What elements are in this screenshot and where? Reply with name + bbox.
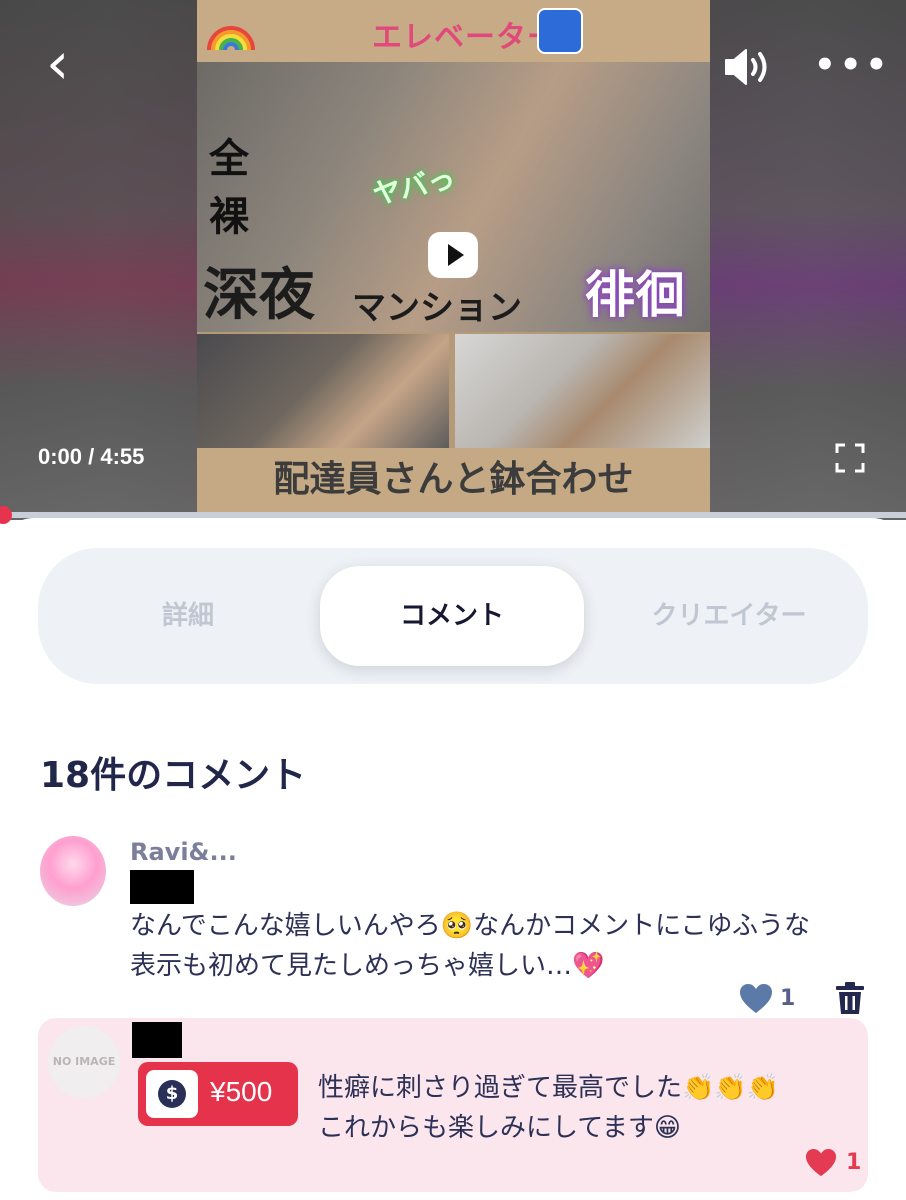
video-time: 0:00 / 4:55 <box>38 444 145 469</box>
comment-text-line: これからも楽しみにしてます😁 <box>318 1113 682 1143</box>
rainbow-icon <box>207 26 255 51</box>
heart-icon[interactable] <box>738 982 774 1016</box>
thumbnail-title-right: 徘徊 <box>585 265 685 324</box>
tab-comments[interactable]: コメント <box>320 566 584 666</box>
play-icon[interactable] <box>428 232 478 278</box>
fullscreen-icon[interactable] <box>834 442 866 474</box>
thumbnail-title-middle: マンション <box>352 288 522 328</box>
tab-bar: 詳細 コメント クリエイター <box>38 548 868 684</box>
elevator-icon <box>537 8 583 54</box>
like-count: 1 <box>846 1150 862 1175</box>
avatar[interactable]: NO IMAGE <box>48 1026 120 1098</box>
video-background-left <box>0 0 200 520</box>
avatar[interactable] <box>40 836 106 906</box>
comment-username[interactable]: Ravi&... <box>130 838 237 866</box>
sound-icon[interactable] <box>722 44 774 90</box>
redaction-block <box>130 870 194 904</box>
thumbnail-vertical-text: 全裸 <box>209 135 249 240</box>
trash-icon[interactable] <box>834 980 866 1016</box>
like-count: 1 <box>780 986 796 1011</box>
thumbnail-bottom-text: 配達員さんと鉢合わせ <box>197 448 710 512</box>
tab-details[interactable]: 詳細 <box>78 566 298 666</box>
thumbnail-title-left: 深夜 <box>203 262 315 328</box>
video-player[interactable]: エレベーター 全裸 ヤバっ 深夜 マンション 徘徊 配達員さんと鉢合わせ ‹ •… <box>0 0 906 520</box>
redaction-block <box>132 1022 182 1058</box>
tip-badge: $ ¥500 <box>138 1062 298 1126</box>
video-progress-handle[interactable] <box>0 506 12 524</box>
comment-text-line: 表示も初めて見たしめっちゃ嬉しい…💖 <box>130 951 605 981</box>
comment-text: 性癖に刺さり過ぎて最高でした👏👏👏 これからも楽しみにしてます😁 <box>318 1068 858 1148</box>
comment-text-line: 性癖に刺さり過ぎて最高でした👏👏👏 <box>318 1073 780 1103</box>
thumbnail-banner-text: エレベーター <box>372 20 558 55</box>
thumbnail-sub-photo-right <box>455 334 710 448</box>
coin-icon: $ <box>146 1070 198 1118</box>
more-icon[interactable]: ••• <box>814 48 887 82</box>
tab-creator[interactable]: クリエイター <box>604 566 854 666</box>
comment-text-line: なんでこんな嬉しいんやろ🥺なんかコメントにこゆふうな <box>130 911 811 941</box>
thumbnail-sub-photo-left <box>197 334 449 448</box>
back-icon[interactable]: ‹ <box>46 34 86 92</box>
comment-text: なんでこんな嬉しいんやろ🥺なんかコメントにこゆふうな 表示も初めて見たしめっちゃ… <box>130 906 890 986</box>
heart-icon[interactable] <box>804 1148 838 1178</box>
comments-count-heading: 18件のコメント <box>40 755 307 796</box>
tip-amount: ¥500 <box>210 1076 273 1107</box>
